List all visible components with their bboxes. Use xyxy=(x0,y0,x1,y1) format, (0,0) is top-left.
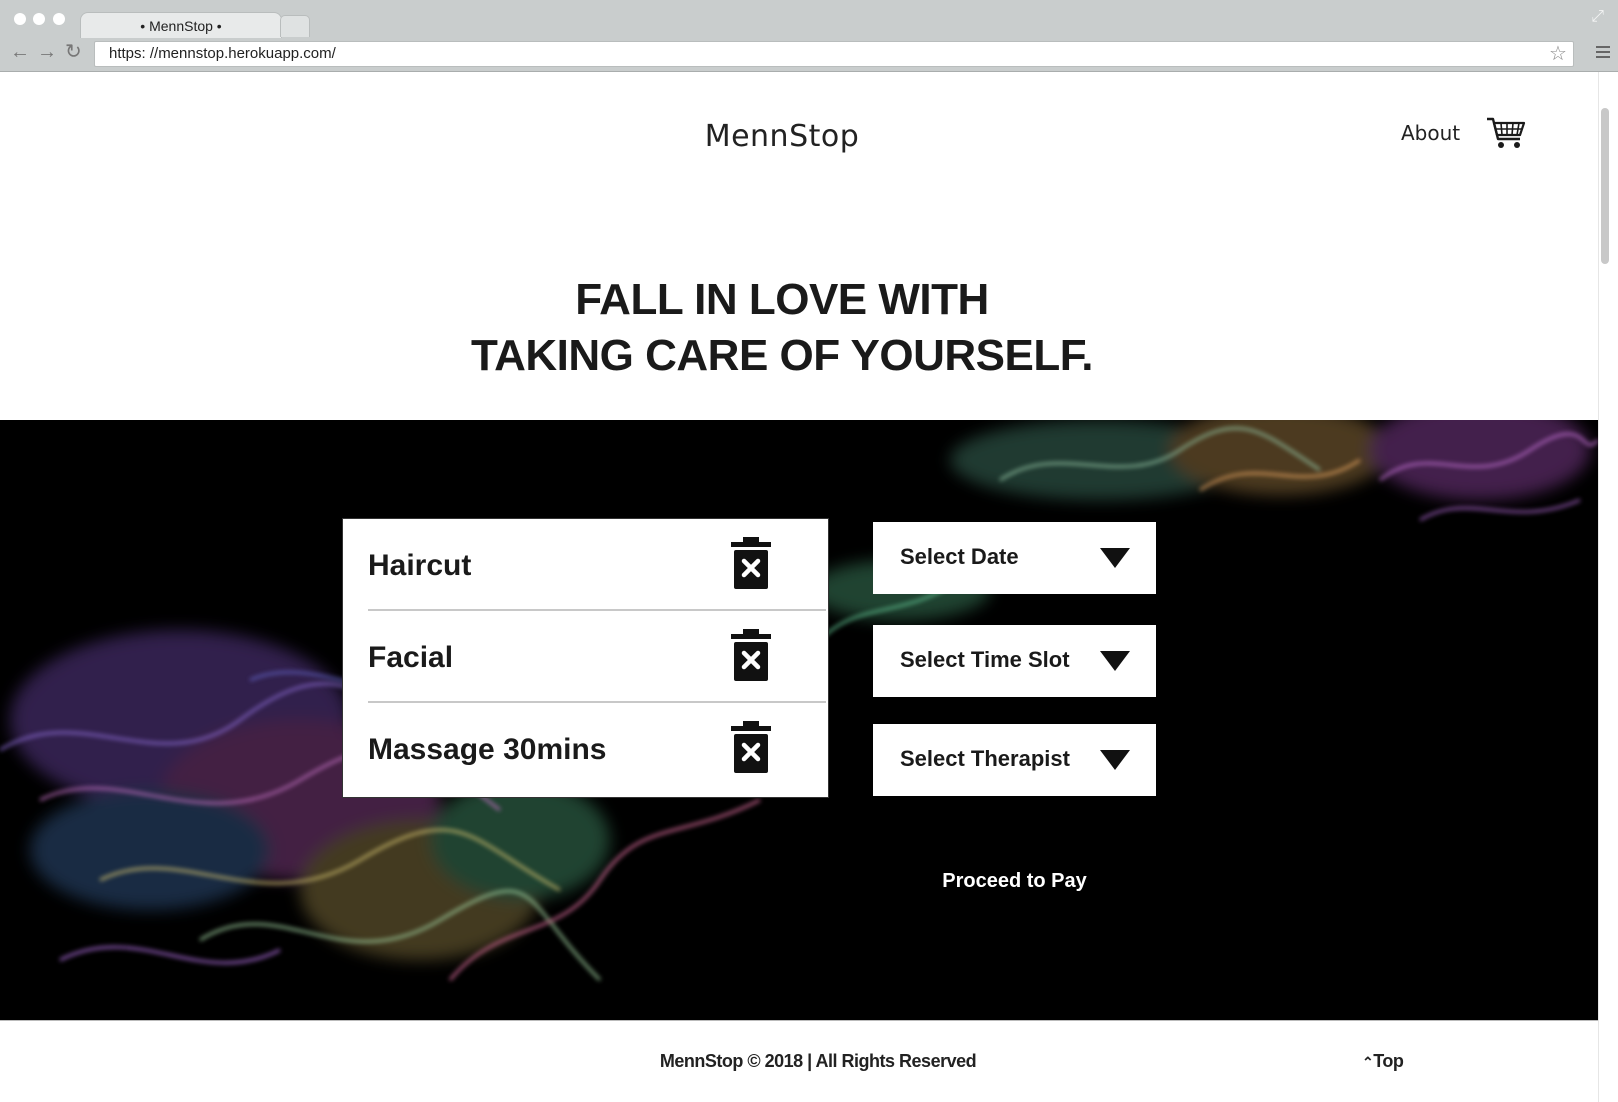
fullscreen-icon[interactable]: ⤢ xyxy=(1591,8,1604,26)
select-therapist-dropdown[interactable]: Select Therapist xyxy=(873,724,1156,796)
back-icon[interactable]: ← xyxy=(10,42,30,62)
select-date-label: Select Date xyxy=(900,544,1019,569)
select-date-dropdown[interactable]: Select Date xyxy=(873,522,1156,594)
bookmark-star-icon[interactable]: ☆ xyxy=(1549,41,1567,66)
back-to-top-label: Top xyxy=(1373,1051,1404,1071)
selected-services-panel: Haircut Facial Massage 30mins xyxy=(342,518,829,798)
hero-heading: FALL IN LOVE WITH TAKING CARE OF YOURSEL… xyxy=(0,272,1564,384)
browser-tab[interactable]: • MennStop • xyxy=(80,12,282,38)
service-item: Haircut xyxy=(368,519,826,611)
new-tab-button[interactable] xyxy=(280,15,310,37)
dropdown-caret-icon xyxy=(1100,750,1130,770)
service-item: Facial xyxy=(368,611,826,703)
page: MennStop About FALL IN LOVE WITH TAKING … xyxy=(0,72,1598,1102)
back-to-top-link[interactable]: ⌃Top xyxy=(1362,1051,1404,1072)
select-time-slot-label: Select Time Slot xyxy=(900,647,1070,672)
address-bar[interactable]: https: //mennstop.herokuapp.com/ xyxy=(94,41,1574,67)
delete-trash-icon[interactable] xyxy=(731,629,771,681)
window-close-button[interactable] xyxy=(14,13,26,25)
dropdown-caret-icon xyxy=(1100,651,1130,671)
brand-logo[interactable]: MennStop xyxy=(0,119,1564,154)
select-therapist-label: Select Therapist xyxy=(900,746,1070,771)
cart-icon[interactable] xyxy=(1486,116,1526,150)
about-link[interactable]: About xyxy=(1401,121,1460,145)
caret-up-icon: ⌃ xyxy=(1362,1054,1374,1070)
hero-line-1: FALL IN LOVE WITH xyxy=(575,275,989,324)
forward-icon[interactable]: → xyxy=(37,42,57,62)
delete-trash-icon[interactable] xyxy=(731,537,771,589)
delete-trash-icon[interactable] xyxy=(731,721,771,773)
window-zoom-button[interactable] xyxy=(53,13,65,25)
browser-menu-icon[interactable] xyxy=(1596,46,1610,61)
scrollbar-thumb[interactable] xyxy=(1601,108,1609,264)
proceed-to-pay-button[interactable]: Proceed to Pay xyxy=(873,870,1156,893)
service-item: Massage 30mins xyxy=(368,703,826,795)
service-name: Haircut xyxy=(368,549,472,582)
select-time-slot-dropdown[interactable]: Select Time Slot xyxy=(873,625,1156,697)
reload-icon[interactable]: ↻ xyxy=(65,42,82,62)
service-name: Massage 30mins xyxy=(368,733,607,766)
browser-chrome: • MennStop • ⤢ ← → ↻ https: //mennstop.h… xyxy=(0,0,1618,72)
service-name: Facial xyxy=(368,641,454,674)
dropdown-caret-icon xyxy=(1100,548,1130,568)
window-minimize-button[interactable] xyxy=(33,13,45,25)
hero-line-2: TAKING CARE OF YOURSELF. xyxy=(471,331,1093,380)
footer: MennStop © 2018 | All Rights Reserved ⌃T… xyxy=(0,1020,1598,1102)
